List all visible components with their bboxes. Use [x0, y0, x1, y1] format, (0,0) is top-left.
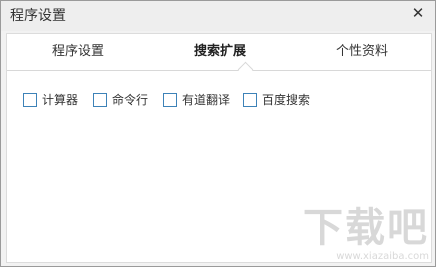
watermark-text: 下载吧 [303, 205, 429, 251]
settings-window: 程序设置 ✕ 程序设置 搜索扩展 个性资料 计算器 命令行 有道翻译 百度搜索 … [0, 0, 436, 267]
tab-program-settings[interactable]: 程序设置 [52, 34, 104, 70]
window-title: 程序设置 [10, 8, 66, 24]
close-icon: ✕ [411, 4, 425, 22]
command-line-checkbox[interactable] [93, 93, 107, 107]
youdao-translate-checkbox[interactable] [163, 93, 177, 107]
baidu-search-label: 百度搜索 [262, 93, 311, 107]
tab-search-extension[interactable]: 搜索扩展 [194, 34, 246, 70]
title-bar[interactable]: 程序设置 ✕ [1, 1, 435, 31]
tab-personal-profile[interactable]: 个性资料 [336, 34, 388, 70]
youdao-translate-label: 有道翻译 [182, 93, 231, 107]
tab-bar: 程序设置 搜索扩展 个性资料 [7, 34, 431, 71]
watermark-logo: 下载吧 www.xiazaiba.com [289, 206, 429, 262]
watermark-url: www.xiazaiba.com [336, 251, 429, 262]
baidu-search-checkbox[interactable] [243, 93, 257, 107]
calculator-label: 计算器 [42, 93, 79, 107]
close-button[interactable]: ✕ [409, 4, 427, 22]
calculator-checkbox[interactable] [23, 93, 37, 107]
command-line-label: 命令行 [112, 93, 149, 107]
